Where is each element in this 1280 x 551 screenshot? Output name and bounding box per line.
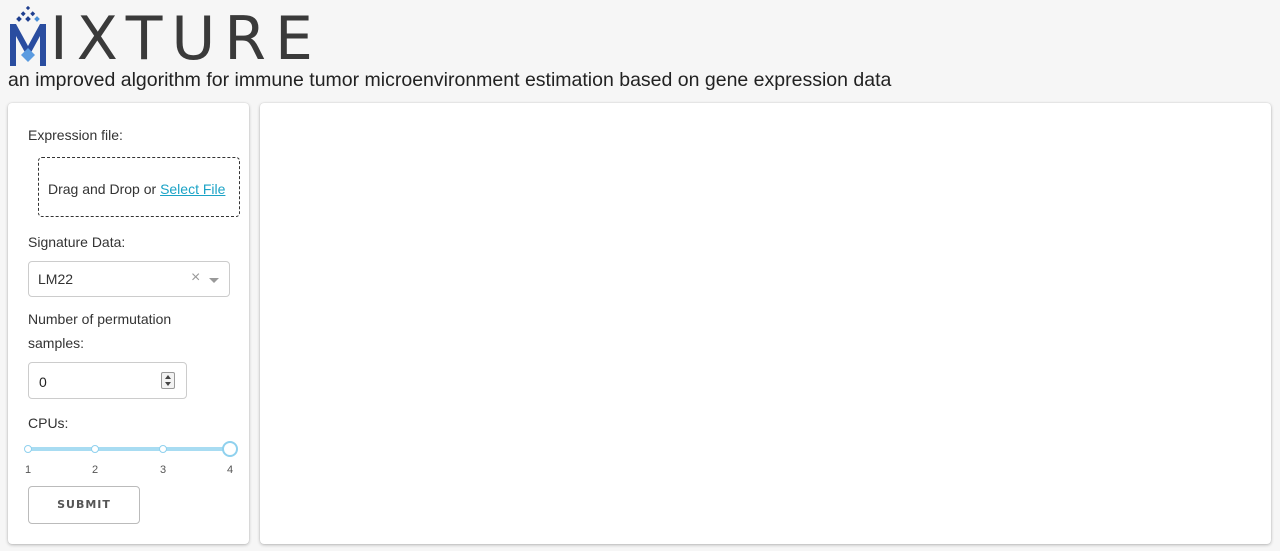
slider-tick-label: 3: [159, 464, 167, 476]
cpus-label: CPUs:: [28, 415, 69, 431]
chevron-down-icon[interactable]: [209, 278, 219, 283]
results-panel: [260, 103, 1271, 544]
dropzone-text: Drag and Drop or Select File: [48, 180, 225, 198]
permutation-samples-label: Number of permutation samples:: [28, 311, 172, 351]
logo-mark-icon: [10, 6, 46, 66]
permutation-samples-input[interactable]: 0: [28, 362, 187, 399]
cpus-slider[interactable]: 1 2 3 4: [24, 439, 238, 479]
expression-file-dropzone[interactable]: Drag and Drop or Select File: [38, 157, 240, 217]
increment-icon[interactable]: [165, 375, 171, 379]
dropzone-prompt: Drag and Drop or: [48, 181, 161, 197]
permutation-samples-value: 0: [39, 374, 47, 390]
slider-track[interactable]: [28, 447, 230, 451]
slider-step-dot[interactable]: [91, 445, 99, 453]
app-tagline: an improved algorithm for immune tumor m…: [8, 69, 892, 91]
slider-tick-label: 1: [24, 464, 32, 476]
slider-step-dot[interactable]: [159, 445, 167, 453]
select-file-link[interactable]: Select File: [160, 181, 225, 197]
submit-button[interactable]: SUBMIT: [28, 486, 140, 524]
number-spinner[interactable]: [161, 372, 175, 389]
slider-tick-label: 2: [91, 464, 99, 476]
signature-selected-value: LM22: [38, 271, 74, 287]
expression-file-label: Expression file:: [28, 127, 123, 143]
logo-text: IXTURE: [50, 4, 322, 74]
signature-data-select[interactable]: LM22 ×: [28, 261, 230, 297]
clear-selection-icon[interactable]: ×: [191, 269, 200, 287]
decrement-icon[interactable]: [165, 382, 171, 386]
app-header: IXTURE an improved algorithm for immune …: [0, 0, 1280, 100]
slider-tick-label: 4: [226, 464, 234, 476]
mixture-logo: IXTURE: [6, 4, 351, 74]
input-sidebar: Expression file: Drag and Drop or Select…: [8, 103, 249, 544]
slider-step-dot[interactable]: [24, 445, 32, 453]
slider-handle[interactable]: [222, 441, 238, 457]
signature-data-label: Signature Data:: [28, 234, 126, 250]
